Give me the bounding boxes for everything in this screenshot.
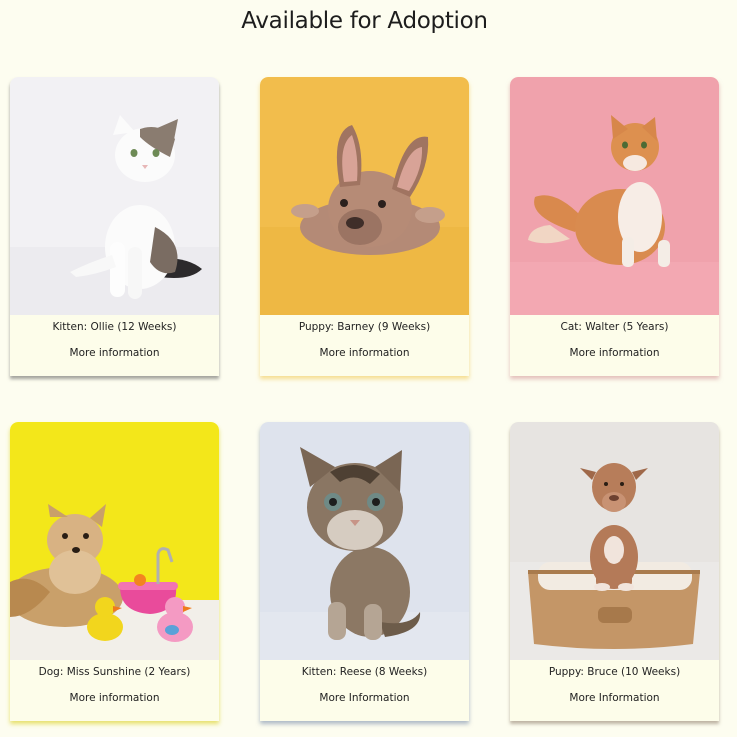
pet-photo-ollie[interactable] <box>10 77 219 315</box>
more-information-link[interactable]: More information <box>10 690 219 706</box>
pet-card-bruce: Puppy: Bruce (10 Weeks) More Information <box>510 422 719 721</box>
pet-card-barney: Puppy: Barney (9 Weeks) More information <box>260 77 469 376</box>
pet-caption: Dog: Miss Sunshine (2 Years) <box>38 666 191 678</box>
more-information-link[interactable]: More information <box>510 345 719 361</box>
pet-caption: Puppy: Bruce (10 Weeks) <box>548 666 681 678</box>
more-information-link[interactable]: More information <box>10 345 219 361</box>
pet-caption: Cat: Walter (5 Years) <box>560 321 669 333</box>
pet-card-walter: Cat: Walter (5 Years) More information <box>510 77 719 376</box>
pet-card-reese: Kitten: Reese (8 Weeks) More Information <box>260 422 469 721</box>
pet-card-miss-sunshine: Dog: Miss Sunshine (2 Years) More inform… <box>10 422 219 721</box>
more-information-link[interactable]: More information <box>260 345 469 361</box>
pet-caption: Kitten: Reese (8 Weeks) <box>301 666 428 678</box>
pet-caption: Kitten: Ollie (12 Weeks) <box>52 321 177 333</box>
more-information-link[interactable]: More Information <box>260 690 469 706</box>
more-information-link[interactable]: More Information <box>510 690 719 706</box>
pet-photo-walter[interactable] <box>510 77 719 315</box>
pet-photo-miss-sunshine[interactable] <box>10 422 219 660</box>
pet-card-ollie: Kitten: Ollie (12 Weeks) More informatio… <box>10 77 219 376</box>
page-title: Available for Adoption <box>241 8 488 34</box>
pet-photo-reese[interactable] <box>260 422 469 660</box>
pet-photo-barney[interactable] <box>260 77 469 315</box>
pet-caption: Puppy: Barney (9 Weeks) <box>298 321 431 333</box>
pet-photo-bruce[interactable] <box>510 422 719 660</box>
adoption-page: Available for Adoption Kitten: Ollie (12… <box>0 0 737 737</box>
